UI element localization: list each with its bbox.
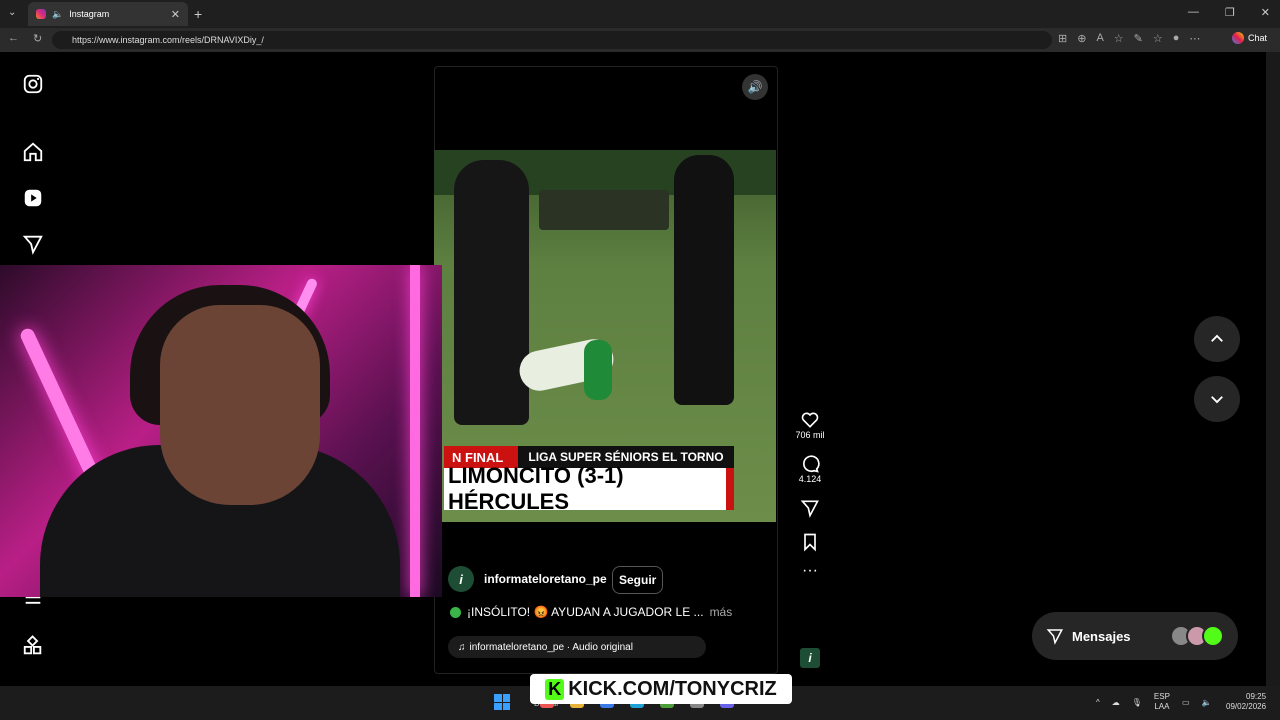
restore-icon[interactable]: ❐ (1225, 6, 1235, 19)
like-count: 706 mil (795, 430, 825, 440)
like-button[interactable]: 706 mil (795, 410, 825, 440)
refresh-icon[interactable]: ↻ (33, 32, 42, 45)
comment-button[interactable]: 4.124 (798, 454, 822, 484)
language-indicator[interactable]: ESP LAA (1154, 692, 1170, 712)
reel-actions: 706 mil 4.124 ··· (792, 410, 828, 590)
green-circle-icon (450, 606, 461, 618)
follow-button[interactable]: Seguir (612, 566, 664, 594)
share-button[interactable] (800, 498, 820, 518)
url-field[interactable]: https://www.instagram.com/reels/DRNAVIXD… (52, 31, 1052, 49)
tab-title: Instagram (69, 9, 110, 19)
direct-messages-icon[interactable] (22, 233, 44, 255)
browser-tab-bar (0, 0, 1280, 28)
comment-count: 4.124 (798, 474, 822, 484)
music-note-icon: ♫ (458, 641, 466, 653)
extensions-icon[interactable]: ✎ (1134, 32, 1143, 45)
copilot-icon (1232, 32, 1244, 44)
start-icon[interactable] (494, 694, 510, 710)
author-username[interactable]: informateloretano_pe (484, 572, 607, 586)
microphone-icon[interactable]: 🎙 (1132, 698, 1142, 707)
instagram-favicon-icon (36, 9, 46, 19)
close-window-icon[interactable]: ✕ (1261, 6, 1270, 19)
minimize-icon[interactable]: — (1188, 6, 1199, 19)
share-icon (800, 500, 819, 518)
language-top: ESP (1153, 692, 1170, 701)
audio-thumbnail[interactable]: i (800, 648, 820, 668)
neon-light (410, 265, 420, 597)
read-aloud-icon[interactable]: A (1096, 32, 1103, 45)
more-menu-icon[interactable]: ⋯ (1189, 32, 1200, 45)
reels-icon[interactable] (22, 187, 44, 209)
kick-url-text: KICK.COM/TONYCRIZ (568, 677, 777, 700)
kick-channel-overlay: K KICK.COM/TONYCRIZ (530, 674, 792, 704)
browser-toolbar: ⊞ ⊕ A ☆ ✎ ☆ ● ⋯ (1058, 32, 1200, 45)
video-banner-score: LIMONCITO (3-1) HÉRCULES (444, 463, 726, 514)
nav-buttons: ← ↻ (8, 32, 42, 45)
speaker-icon: 🔊 (747, 80, 763, 94)
kick-logo-icon: K (545, 678, 565, 700)
save-button[interactable] (800, 532, 820, 552)
copilot-chat-button[interactable]: Chat (1232, 32, 1267, 44)
message-avatars (1170, 625, 1224, 647)
language-bottom: LAA (1154, 702, 1170, 711)
reel-caption[interactable]: ¡INSÓLITO! 😡 AYUDAN A JUGADOR LE ... más (450, 605, 732, 619)
video-player-leg (584, 340, 612, 400)
instagram-logo-icon[interactable] (22, 73, 44, 95)
also-from-meta-icon[interactable] (22, 635, 44, 657)
avatar (1202, 625, 1224, 647)
tray-expand-icon[interactable]: ^ (1096, 698, 1100, 707)
previous-reel-button[interactable] (1194, 316, 1240, 362)
network-icon[interactable]: ▭ (1182, 698, 1190, 707)
url-text: https://www.instagram.com/reels/DRNAVIXD… (72, 35, 264, 45)
streamer-face (160, 305, 320, 505)
author-avatar[interactable]: i (448, 566, 474, 592)
audio-text: informateloretano_pe · Audio original (469, 641, 633, 653)
comment-icon (803, 455, 820, 473)
messages-button[interactable]: Mensajes (1032, 612, 1238, 660)
clock-time: 09:25 (1246, 692, 1267, 701)
bookmark-icon (804, 533, 816, 552)
caption-more-link[interactable]: más (710, 605, 733, 619)
app-available-icon[interactable]: ⊞ (1058, 32, 1067, 45)
heart-icon (801, 412, 819, 428)
video-person-left (454, 160, 529, 425)
video-banner-accent (726, 468, 734, 510)
caption-text: ¡INSÓLITO! 😡 AYUDAN A JUGADOR LE ... (467, 605, 704, 619)
close-tab-icon[interactable]: ✕ (171, 8, 180, 21)
window-controls: — ❐ ✕ (1188, 6, 1270, 19)
clock-date: 09/02/2026 (1226, 702, 1267, 711)
back-icon[interactable]: ← (8, 32, 19, 45)
chevron-up-icon (1211, 334, 1223, 342)
system-tray: ^ ☁ 🎙 ESP LAA ▭ 🔈 (1096, 692, 1211, 712)
new-tab-button[interactable]: + (194, 6, 202, 22)
messages-icon (1046, 629, 1063, 645)
page-scrollbar[interactable] (1266, 52, 1280, 686)
more-options-button[interactable]: ··· (802, 562, 818, 579)
favorite-star-icon[interactable]: ☆ (1114, 32, 1124, 45)
chat-label: Chat (1248, 33, 1268, 43)
profile-avatar-icon[interactable]: ● (1173, 32, 1180, 45)
volume-icon[interactable]: 🔈 (1202, 698, 1212, 707)
sound-icon[interactable]: 🔈 (52, 9, 63, 20)
audio-link[interactable]: ♫ informateloretano_pe · Audio original (448, 636, 706, 658)
next-reel-button[interactable] (1194, 376, 1240, 422)
cloud-icon[interactable]: ☁ (1112, 698, 1120, 707)
tab-list-icon[interactable]: ⌄ (8, 7, 16, 18)
chevron-down-icon (1211, 396, 1223, 404)
zoom-icon[interactable]: ⊕ (1077, 32, 1086, 45)
messages-label: Mensajes (1072, 628, 1131, 644)
webcam-overlay (0, 265, 442, 597)
home-icon[interactable] (22, 141, 44, 163)
video-crowd (539, 190, 669, 230)
taskbar-clock[interactable]: 09:25 09/02/2026 (1226, 692, 1266, 712)
sound-toggle-button[interactable]: 🔊 (742, 74, 768, 100)
favorites-icon[interactable]: ☆ (1153, 32, 1163, 45)
more-dots-icon: ··· (802, 562, 818, 579)
video-referee (674, 155, 734, 405)
browser-tab[interactable]: 🔈 Instagram ✕ (28, 2, 188, 26)
